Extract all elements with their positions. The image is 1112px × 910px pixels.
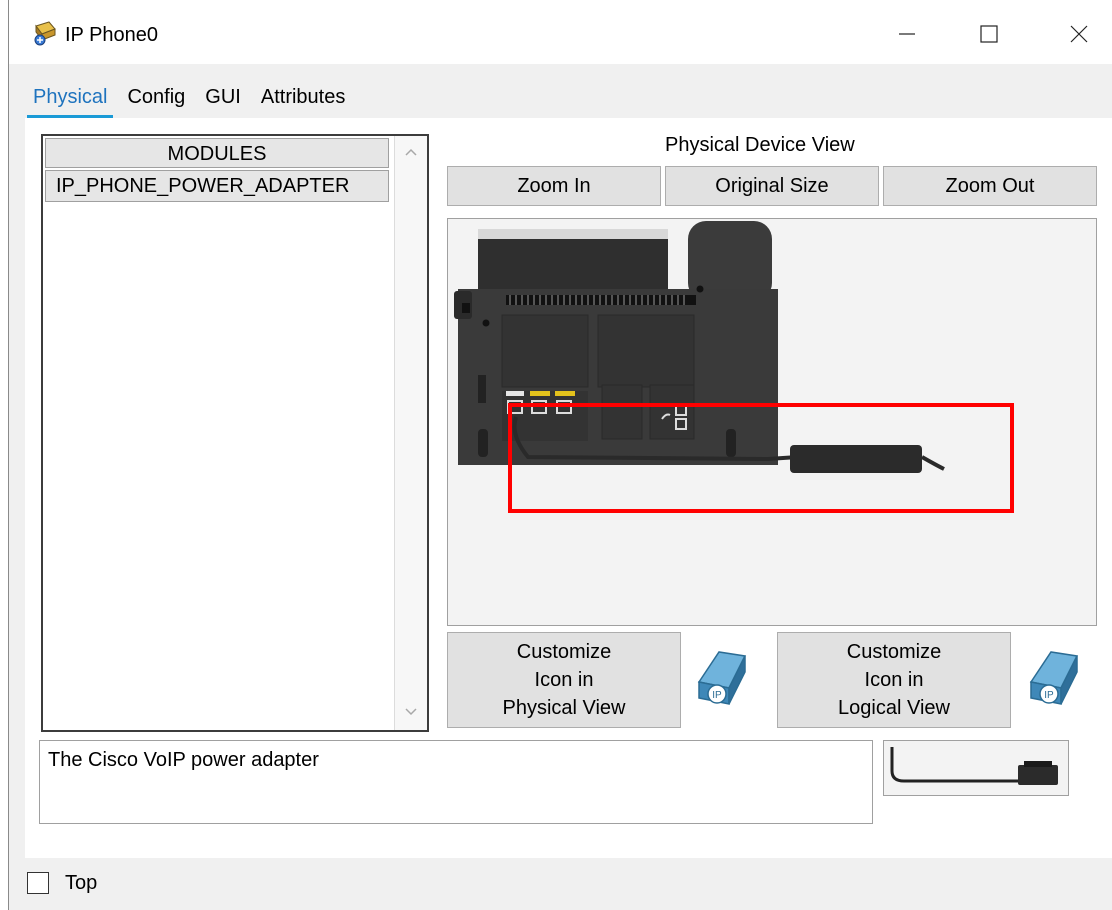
window-title: IP Phone0: [65, 24, 159, 46]
modules-header[interactable]: MODULES: [45, 138, 389, 168]
tab-attributes[interactable]: Attributes: [251, 80, 355, 118]
device-window: IP Phone0 Physical Config GUI Attributes…: [8, 0, 1112, 910]
svg-text:IP: IP: [712, 690, 722, 701]
tab-config[interactable]: Config: [117, 80, 195, 118]
tab-strip: Physical Config GUI Attributes: [23, 80, 356, 118]
title-bar: IP Phone0: [9, 0, 1112, 64]
zoom-out-button[interactable]: Zoom Out: [883, 166, 1097, 206]
module-thumbnail: [883, 740, 1069, 796]
ip-phone-icon: IP: [697, 651, 747, 705]
module-item[interactable]: IP_PHONE_POWER_ADAPTER: [45, 170, 389, 202]
minimize-icon: [899, 33, 915, 35]
physical-tab-content: MODULES IP_PHONE_POWER_ADAPTER Physical …: [25, 118, 1112, 858]
modules-scrollbar[interactable]: [394, 136, 427, 730]
customize-physical-icon-button[interactable]: Customize Icon in Physical View: [447, 632, 681, 728]
scroll-up-icon[interactable]: [403, 144, 419, 160]
device-icon: [34, 21, 56, 46]
modules-list: MODULES IP_PHONE_POWER_ADAPTER: [41, 134, 429, 732]
scroll-down-icon[interactable]: [403, 704, 419, 720]
top-checkbox-label[interactable]: Top: [65, 872, 97, 895]
original-size-button[interactable]: Original Size: [665, 166, 879, 206]
customize-logical-icon-button[interactable]: Customize Icon in Logical View: [777, 632, 1011, 728]
close-button[interactable]: [1057, 14, 1101, 54]
maximize-icon: [980, 25, 998, 43]
zoom-in-button[interactable]: Zoom In: [447, 166, 661, 206]
physical-device-view-title: Physical Device View: [665, 134, 855, 156]
bottom-bar: Top: [23, 858, 1112, 910]
tab-gui[interactable]: GUI: [195, 80, 251, 118]
svg-text:IP: IP: [1044, 690, 1054, 701]
physical-device-viewport[interactable]: [447, 218, 1097, 626]
ip-phone-rear-image: [454, 221, 1014, 513]
minimize-button[interactable]: [885, 14, 929, 54]
maximize-button[interactable]: [967, 14, 1011, 54]
close-icon: [1070, 25, 1088, 43]
module-description: The Cisco VoIP power adapter: [39, 740, 873, 824]
tab-physical[interactable]: Physical: [23, 80, 117, 118]
ip-phone-icon: IP: [1029, 651, 1079, 705]
top-checkbox[interactable]: [27, 872, 49, 894]
power-adapter-icon: [890, 747, 1058, 785]
